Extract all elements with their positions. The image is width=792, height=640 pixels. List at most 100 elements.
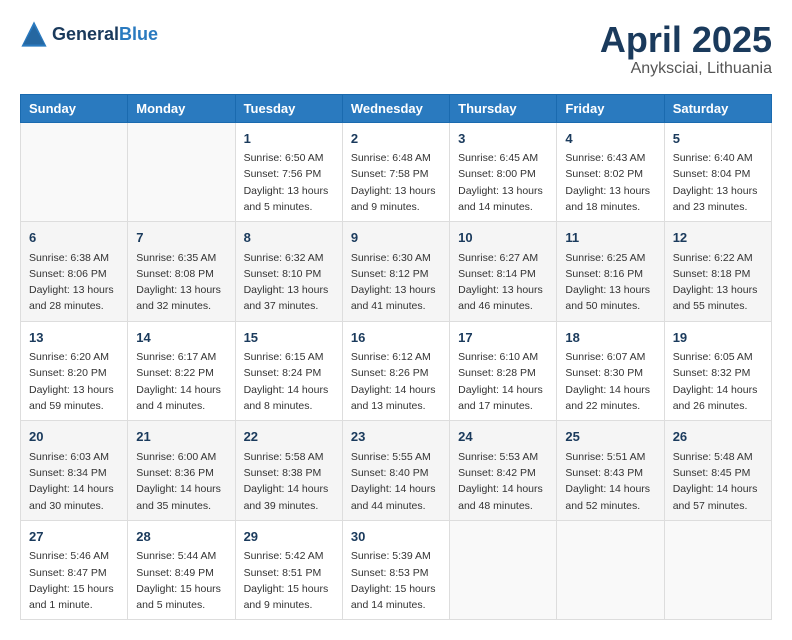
calendar-cell: 16Sunrise: 6:12 AM Sunset: 8:26 PM Dayli… bbox=[342, 321, 449, 421]
day-info: Sunrise: 6:15 AM Sunset: 8:24 PM Dayligh… bbox=[244, 349, 334, 414]
calendar-cell bbox=[557, 520, 664, 620]
day-number: 30 bbox=[351, 527, 441, 547]
day-number: 19 bbox=[673, 328, 763, 348]
calendar-cell: 27Sunrise: 5:46 AM Sunset: 8:47 PM Dayli… bbox=[21, 520, 128, 620]
calendar-cell: 20Sunrise: 6:03 AM Sunset: 8:34 PM Dayli… bbox=[21, 421, 128, 521]
day-number: 4 bbox=[565, 129, 655, 149]
day-of-week-header: Thursday bbox=[450, 94, 557, 122]
day-number: 8 bbox=[244, 228, 334, 248]
day-number: 24 bbox=[458, 427, 548, 447]
day-number: 6 bbox=[29, 228, 119, 248]
day-info: Sunrise: 6:38 AM Sunset: 8:06 PM Dayligh… bbox=[29, 250, 119, 315]
day-of-week-header: Tuesday bbox=[235, 94, 342, 122]
calendar-cell: 26Sunrise: 5:48 AM Sunset: 8:45 PM Dayli… bbox=[664, 421, 771, 521]
day-number: 10 bbox=[458, 228, 548, 248]
calendar-cell: 18Sunrise: 6:07 AM Sunset: 8:30 PM Dayli… bbox=[557, 321, 664, 421]
calendar-week-row: 6Sunrise: 6:38 AM Sunset: 8:06 PM Daylig… bbox=[21, 222, 772, 322]
day-info: Sunrise: 6:05 AM Sunset: 8:32 PM Dayligh… bbox=[673, 349, 763, 414]
month-title: April 2025 bbox=[600, 20, 772, 60]
calendar-cell: 23Sunrise: 5:55 AM Sunset: 8:40 PM Dayli… bbox=[342, 421, 449, 521]
day-of-week-header: Saturday bbox=[664, 94, 771, 122]
calendar-cell: 10Sunrise: 6:27 AM Sunset: 8:14 PM Dayli… bbox=[450, 222, 557, 322]
calendar-cell: 29Sunrise: 5:42 AM Sunset: 8:51 PM Dayli… bbox=[235, 520, 342, 620]
day-info: Sunrise: 5:39 AM Sunset: 8:53 PM Dayligh… bbox=[351, 548, 441, 613]
logo: GeneralBlue bbox=[20, 20, 158, 48]
calendar-cell: 11Sunrise: 6:25 AM Sunset: 8:16 PM Dayli… bbox=[557, 222, 664, 322]
day-of-week-header: Monday bbox=[128, 94, 235, 122]
calendar-week-row: 1Sunrise: 6:50 AM Sunset: 7:56 PM Daylig… bbox=[21, 122, 772, 222]
day-info: Sunrise: 6:43 AM Sunset: 8:02 PM Dayligh… bbox=[565, 150, 655, 215]
day-info: Sunrise: 5:48 AM Sunset: 8:45 PM Dayligh… bbox=[673, 449, 763, 514]
calendar-cell bbox=[450, 520, 557, 620]
day-number: 14 bbox=[136, 328, 226, 348]
day-number: 29 bbox=[244, 527, 334, 547]
calendar-header-row: SundayMondayTuesdayWednesdayThursdayFrid… bbox=[21, 94, 772, 122]
calendar-cell: 13Sunrise: 6:20 AM Sunset: 8:20 PM Dayli… bbox=[21, 321, 128, 421]
day-of-week-header: Sunday bbox=[21, 94, 128, 122]
day-info: Sunrise: 6:12 AM Sunset: 8:26 PM Dayligh… bbox=[351, 349, 441, 414]
day-number: 22 bbox=[244, 427, 334, 447]
day-number: 21 bbox=[136, 427, 226, 447]
calendar-week-row: 20Sunrise: 6:03 AM Sunset: 8:34 PM Dayli… bbox=[21, 421, 772, 521]
calendar-week-row: 13Sunrise: 6:20 AM Sunset: 8:20 PM Dayli… bbox=[21, 321, 772, 421]
calendar-cell: 12Sunrise: 6:22 AM Sunset: 8:18 PM Dayli… bbox=[664, 222, 771, 322]
calendar-cell: 9Sunrise: 6:30 AM Sunset: 8:12 PM Daylig… bbox=[342, 222, 449, 322]
day-info: Sunrise: 5:58 AM Sunset: 8:38 PM Dayligh… bbox=[244, 449, 334, 514]
day-info: Sunrise: 6:48 AM Sunset: 7:58 PM Dayligh… bbox=[351, 150, 441, 215]
calendar-cell: 7Sunrise: 6:35 AM Sunset: 8:08 PM Daylig… bbox=[128, 222, 235, 322]
calendar-cell: 15Sunrise: 6:15 AM Sunset: 8:24 PM Dayli… bbox=[235, 321, 342, 421]
day-number: 11 bbox=[565, 228, 655, 248]
day-of-week-header: Wednesday bbox=[342, 94, 449, 122]
day-number: 16 bbox=[351, 328, 441, 348]
logo-icon bbox=[20, 20, 48, 48]
day-number: 2 bbox=[351, 129, 441, 149]
calendar-cell: 2Sunrise: 6:48 AM Sunset: 7:58 PM Daylig… bbox=[342, 122, 449, 222]
calendar-cell: 19Sunrise: 6:05 AM Sunset: 8:32 PM Dayli… bbox=[664, 321, 771, 421]
calendar-cell: 5Sunrise: 6:40 AM Sunset: 8:04 PM Daylig… bbox=[664, 122, 771, 222]
day-number: 23 bbox=[351, 427, 441, 447]
calendar-cell: 28Sunrise: 5:44 AM Sunset: 8:49 PM Dayli… bbox=[128, 520, 235, 620]
day-info: Sunrise: 6:20 AM Sunset: 8:20 PM Dayligh… bbox=[29, 349, 119, 414]
day-info: Sunrise: 6:30 AM Sunset: 8:12 PM Dayligh… bbox=[351, 250, 441, 315]
day-info: Sunrise: 6:32 AM Sunset: 8:10 PM Dayligh… bbox=[244, 250, 334, 315]
logo-general-text: General bbox=[52, 24, 119, 44]
calendar-cell: 22Sunrise: 5:58 AM Sunset: 8:38 PM Dayli… bbox=[235, 421, 342, 521]
day-of-week-header: Friday bbox=[557, 94, 664, 122]
day-info: Sunrise: 6:35 AM Sunset: 8:08 PM Dayligh… bbox=[136, 250, 226, 315]
day-number: 28 bbox=[136, 527, 226, 547]
day-info: Sunrise: 6:00 AM Sunset: 8:36 PM Dayligh… bbox=[136, 449, 226, 514]
calendar-cell: 8Sunrise: 6:32 AM Sunset: 8:10 PM Daylig… bbox=[235, 222, 342, 322]
day-number: 3 bbox=[458, 129, 548, 149]
calendar-cell: 30Sunrise: 5:39 AM Sunset: 8:53 PM Dayli… bbox=[342, 520, 449, 620]
day-info: Sunrise: 6:10 AM Sunset: 8:28 PM Dayligh… bbox=[458, 349, 548, 414]
day-number: 25 bbox=[565, 427, 655, 447]
calendar-cell: 14Sunrise: 6:17 AM Sunset: 8:22 PM Dayli… bbox=[128, 321, 235, 421]
day-info: Sunrise: 5:53 AM Sunset: 8:42 PM Dayligh… bbox=[458, 449, 548, 514]
day-info: Sunrise: 6:50 AM Sunset: 7:56 PM Dayligh… bbox=[244, 150, 334, 215]
calendar-cell bbox=[128, 122, 235, 222]
day-info: Sunrise: 5:44 AM Sunset: 8:49 PM Dayligh… bbox=[136, 548, 226, 613]
day-number: 18 bbox=[565, 328, 655, 348]
logo-blue-text: Blue bbox=[119, 24, 158, 44]
calendar-cell: 3Sunrise: 6:45 AM Sunset: 8:00 PM Daylig… bbox=[450, 122, 557, 222]
day-number: 27 bbox=[29, 527, 119, 547]
day-number: 17 bbox=[458, 328, 548, 348]
calendar-cell bbox=[21, 122, 128, 222]
day-number: 13 bbox=[29, 328, 119, 348]
calendar-cell: 25Sunrise: 5:51 AM Sunset: 8:43 PM Dayli… bbox=[557, 421, 664, 521]
day-number: 1 bbox=[244, 129, 334, 149]
calendar-table: SundayMondayTuesdayWednesdayThursdayFrid… bbox=[20, 94, 772, 621]
day-info: Sunrise: 6:07 AM Sunset: 8:30 PM Dayligh… bbox=[565, 349, 655, 414]
calendar-week-row: 27Sunrise: 5:46 AM Sunset: 8:47 PM Dayli… bbox=[21, 520, 772, 620]
page-header: GeneralBlue April 2025 Anyksciai, Lithua… bbox=[20, 20, 772, 78]
day-number: 15 bbox=[244, 328, 334, 348]
calendar-cell: 17Sunrise: 6:10 AM Sunset: 8:28 PM Dayli… bbox=[450, 321, 557, 421]
calendar-cell: 1Sunrise: 6:50 AM Sunset: 7:56 PM Daylig… bbox=[235, 122, 342, 222]
day-number: 9 bbox=[351, 228, 441, 248]
title-area: April 2025 Anyksciai, Lithuania bbox=[600, 20, 772, 78]
day-info: Sunrise: 5:55 AM Sunset: 8:40 PM Dayligh… bbox=[351, 449, 441, 514]
day-info: Sunrise: 6:25 AM Sunset: 8:16 PM Dayligh… bbox=[565, 250, 655, 315]
day-info: Sunrise: 6:45 AM Sunset: 8:00 PM Dayligh… bbox=[458, 150, 548, 215]
calendar-cell: 4Sunrise: 6:43 AM Sunset: 8:02 PM Daylig… bbox=[557, 122, 664, 222]
day-number: 20 bbox=[29, 427, 119, 447]
